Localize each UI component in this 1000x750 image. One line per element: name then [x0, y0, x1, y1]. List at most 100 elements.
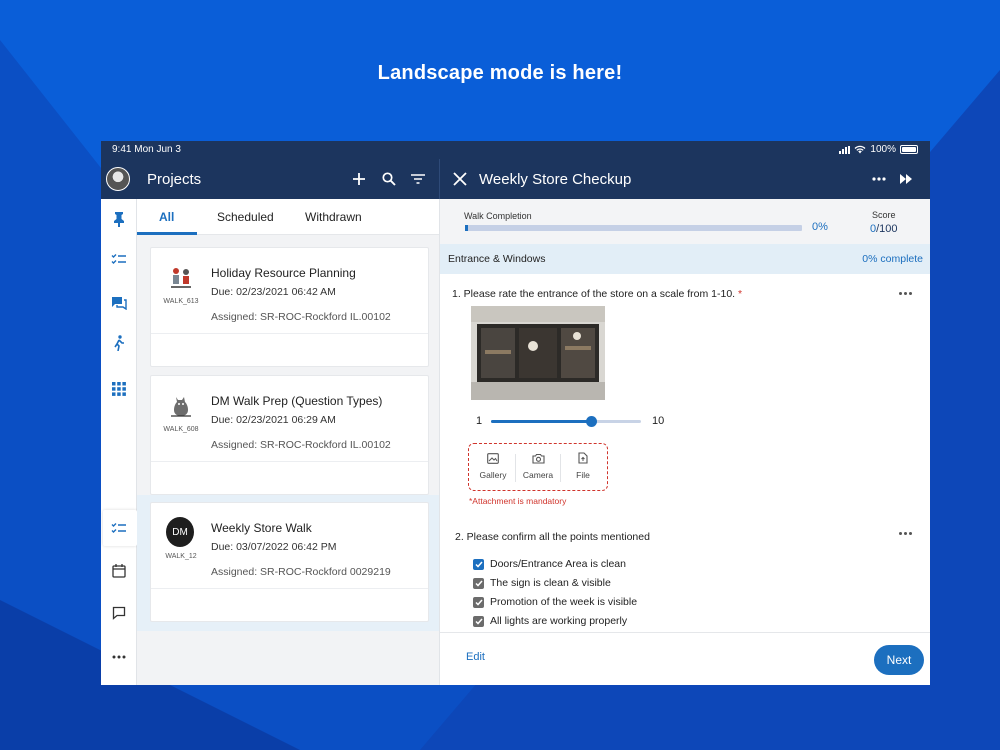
- checkbox-checked[interactable]: [473, 596, 484, 608]
- section-name: Entrance & Windows: [448, 253, 546, 265]
- question-2-text: 2. Please confirm all the points mention…: [455, 531, 650, 543]
- project-assigned: Assigned: SR-ROC-Rockford IL.00102: [211, 439, 391, 451]
- project-code: WALK_613: [163, 298, 199, 305]
- checkbox-checked[interactable]: [473, 615, 484, 627]
- more-menu-icon[interactable]: [109, 647, 129, 667]
- status-bar: 9:41 Mon Jun 3 100%: [101, 141, 930, 159]
- checkup-title: Weekly Store Checkup: [479, 171, 632, 188]
- filter-icon[interactable]: [408, 169, 428, 189]
- slider-thumb[interactable]: [586, 416, 597, 427]
- tab-withdrawn[interactable]: Withdrawn: [305, 210, 362, 224]
- project-title: Holiday Resource Planning: [211, 266, 356, 280]
- cat-illustration-icon: [167, 392, 195, 420]
- score-value: 0/100: [870, 223, 898, 235]
- more-options-icon[interactable]: [869, 169, 889, 189]
- project-assigned: Assigned: SR-ROC-Rockford IL.00102: [211, 311, 391, 323]
- store-entrance-photo[interactable]: [471, 306, 605, 400]
- projects-title: Projects: [147, 171, 202, 188]
- walk-completion-track: [465, 225, 802, 231]
- slider-min-label: 1: [476, 415, 483, 427]
- dm-avatar: DM: [166, 517, 194, 547]
- close-icon[interactable]: [450, 169, 470, 189]
- project-code: WALK_608: [163, 426, 199, 433]
- project-badge: DM: [166, 517, 194, 547]
- checkup-footer: Edit Next: [440, 632, 930, 685]
- slider-max-label: 10: [652, 415, 665, 427]
- project-card-selected[interactable]: DM WALK_12 Weekly Store Walk Due: 03/07/…: [150, 502, 429, 622]
- checklist-item[interactable]: Doors/Entrance Area is clean: [473, 557, 626, 571]
- project-card[interactable]: WALK_613 Holiday Resource Planning Due: …: [150, 247, 429, 367]
- project-title: DM Walk Prep (Question Types): [211, 394, 383, 408]
- score-label: Score: [872, 210, 896, 220]
- section-percent: 0% complete: [862, 253, 923, 265]
- card-divider: [151, 333, 428, 334]
- project-list: WALK_613 Holiday Resource Planning Due: …: [137, 235, 439, 685]
- user-avatar[interactable]: [106, 167, 130, 191]
- pin-icon[interactable]: [109, 209, 129, 229]
- question-1-text: 1. Please rate the entrance of the store…: [452, 288, 736, 300]
- card-divider: [151, 461, 428, 462]
- search-icon[interactable]: [379, 169, 399, 189]
- tasks-icon[interactable]: [109, 518, 129, 538]
- gallery-label: Gallery: [479, 470, 507, 480]
- rating-slider[interactable]: [491, 416, 641, 427]
- camera-label: Camera: [522, 470, 554, 480]
- checkbox-checked[interactable]: [473, 558, 484, 570]
- tab-scheduled[interactable]: Scheduled: [217, 210, 274, 224]
- edit-button[interactable]: Edit: [466, 651, 485, 663]
- checklist-item[interactable]: All lights are working properly: [473, 614, 627, 628]
- add-icon[interactable]: [349, 169, 369, 189]
- tablet-screen: 9:41 Mon Jun 3 100% Projects Weekly Stor…: [101, 141, 930, 685]
- checkup-panel: Walk Completion 0% Score 0/100 Entrance …: [439, 199, 930, 685]
- checklist-item-label: Promotion of the week is visible: [490, 596, 638, 608]
- camera-button[interactable]: Camera: [516, 450, 560, 480]
- chat-icon[interactable]: [109, 293, 129, 313]
- slider-fill: [491, 420, 591, 423]
- project-due: Due: 02/23/2021 06:29 AM: [211, 414, 336, 426]
- next-button[interactable]: Next: [874, 645, 924, 675]
- project-title: Weekly Store Walk: [211, 521, 312, 535]
- question-2-more-icon[interactable]: [895, 528, 915, 538]
- calendar-icon[interactable]: [109, 561, 129, 581]
- checklist-item[interactable]: The sign is clean & visible: [473, 576, 611, 590]
- checklist-icon[interactable]: [109, 249, 129, 269]
- battery-percent: 100%: [870, 144, 896, 155]
- question-1: 1. Please rate the entrance of the store…: [452, 288, 742, 300]
- walk-completion-label: Walk Completion: [464, 211, 532, 221]
- apps-grid-icon[interactable]: [109, 379, 129, 399]
- battery-icon: [900, 145, 918, 154]
- attachment-box: Gallery Camera File: [468, 443, 608, 491]
- question-1-more-icon[interactable]: [895, 288, 915, 298]
- file-label: File: [576, 470, 590, 480]
- fast-forward-icon[interactable]: [896, 169, 916, 189]
- section-header[interactable]: Entrance & Windows 0% complete: [440, 244, 930, 274]
- projects-header: Projects: [101, 159, 439, 199]
- wifi-icon: [854, 145, 866, 154]
- checklist-item-label: The sign is clean & visible: [490, 577, 611, 589]
- required-mark: *: [738, 288, 743, 300]
- signal-icon: [839, 145, 851, 154]
- walk-completion: Walk Completion 0% Score 0/100: [440, 199, 930, 244]
- project-due: Due: 03/07/2022 06:42 PM: [211, 541, 337, 553]
- project-code: WALK_12: [165, 553, 197, 560]
- checkup-header: Weekly Store Checkup: [439, 159, 930, 199]
- camera-icon: [516, 450, 560, 466]
- checkbox-checked[interactable]: [473, 577, 484, 589]
- tab-all[interactable]: All: [159, 210, 174, 224]
- project-due: Due: 02/23/2021 06:42 AM: [211, 286, 336, 298]
- file-icon: [561, 450, 605, 466]
- walk-completion-fill: [465, 225, 469, 231]
- gallery-button[interactable]: Gallery: [471, 450, 515, 480]
- gallery-icon: [471, 450, 515, 466]
- walk-icon[interactable]: [109, 333, 129, 353]
- project-tabs: All Scheduled Withdrawn: [137, 199, 439, 235]
- checklist-item-label: All lights are working properly: [490, 615, 628, 627]
- file-button[interactable]: File: [561, 450, 605, 480]
- project-card[interactable]: WALK_608 DM Walk Prep (Question Types) D…: [150, 375, 429, 495]
- checklist-item[interactable]: Promotion of the week is visible: [473, 595, 637, 609]
- card-divider: [151, 588, 428, 589]
- message-icon[interactable]: [109, 603, 129, 623]
- checklist-item-label: Doors/Entrance Area is clean: [490, 558, 626, 570]
- status-indicators: 100%: [839, 144, 918, 155]
- walk-completion-percent: 0%: [812, 221, 828, 233]
